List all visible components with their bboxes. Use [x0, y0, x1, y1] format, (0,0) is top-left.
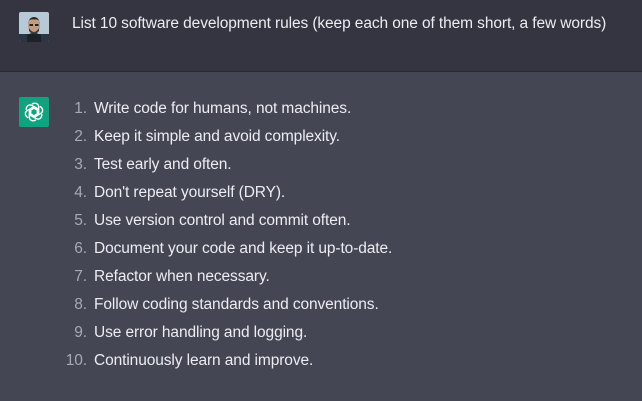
list-item: 9. Use error handling and logging.: [56, 323, 392, 351]
list-item-number: 8.: [74, 296, 87, 313]
list-item-text: Use version control and commit often.: [94, 212, 351, 229]
chat-view: List 10 software development rules (keep…: [0, 0, 642, 401]
user-message-row: List 10 software development rules (keep…: [0, 0, 642, 72]
list-item: 5. Use version control and commit often.: [56, 211, 392, 239]
list-item-text: Refactor when necessary.: [94, 268, 270, 285]
list-item-text: Continuously learn and improve.: [94, 352, 314, 369]
list-item-number: 5.: [74, 212, 87, 229]
assistant-message-row: 1. Write code for humans, not machines. …: [0, 72, 642, 401]
list-item: 6. Document your code and keep it up-to-…: [56, 239, 392, 267]
user-avatar-icon: [19, 12, 49, 42]
list-item-number: 9.: [74, 324, 87, 341]
list-item: 3. Test early and often.: [56, 155, 392, 183]
list-item: 2. Keep it simple and avoid complexity.: [56, 127, 392, 155]
list-item: 1. Write code for humans, not machines.: [56, 99, 392, 127]
list-item-text: Test early and often.: [94, 156, 232, 173]
list-item-number: 4.: [74, 184, 87, 201]
list-item-text: Document your code and keep it up-to-dat…: [94, 240, 393, 257]
list-item-text: Write code for humans, not machines.: [94, 100, 352, 117]
list-item-text: Use error handling and logging.: [94, 324, 308, 341]
answer-list: 1. Write code for humans, not machines. …: [56, 99, 393, 379]
list-item-text: Follow coding standards and conventions.: [94, 296, 379, 313]
list-item-number: 6.: [74, 240, 87, 257]
list-item-text: Don't repeat yourself (DRY).: [94, 184, 286, 201]
list-item: 4. Don't repeat yourself (DRY).: [56, 183, 392, 211]
list-item-number: 10.: [65, 352, 87, 369]
list-item-number: 2.: [74, 128, 87, 145]
list-item: 7. Refactor when necessary.: [56, 267, 392, 295]
list-item: 10. Continuously learn and improve.: [56, 351, 392, 379]
user-message-text: List 10 software development rules (keep…: [72, 15, 607, 32]
list-item-text: Keep it simple and avoid complexity.: [94, 128, 340, 145]
list-item-number: 1.: [74, 100, 87, 117]
list-item-number: 7.: [74, 268, 87, 285]
list-item-number: 3.: [74, 156, 87, 173]
openai-logo-icon: [19, 97, 49, 127]
list-item: 8. Follow coding standards and conventio…: [56, 295, 392, 323]
